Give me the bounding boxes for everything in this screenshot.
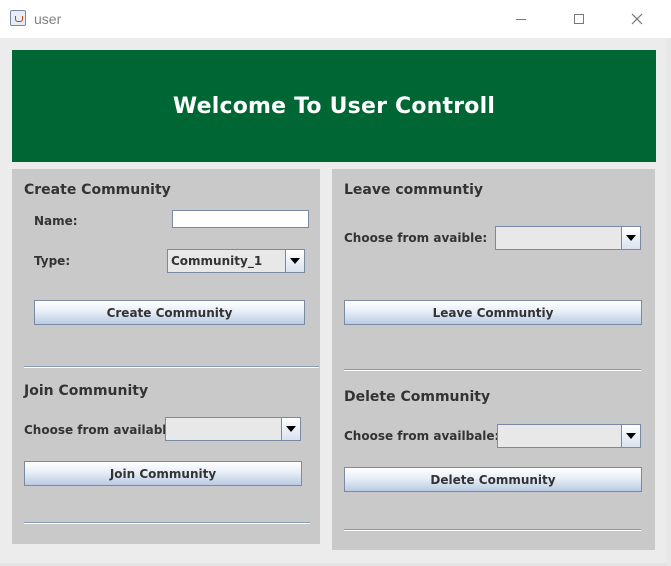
join-dropdown-value xyxy=(166,418,281,440)
dropdown-arrow-button[interactable] xyxy=(621,227,640,249)
dropdown-arrow-button[interactable] xyxy=(281,418,300,440)
leave-choose-label: Choose from avaible: xyxy=(344,231,488,245)
separator xyxy=(344,369,641,371)
title-bar: user xyxy=(0,0,671,39)
dropdown-arrow-button[interactable] xyxy=(621,425,640,447)
separator xyxy=(24,522,310,524)
banner-title: Welcome To User Controll xyxy=(172,93,496,119)
chevron-down-icon xyxy=(286,426,296,432)
type-dropdown-value: Community_1 xyxy=(171,254,263,268)
close-button[interactable] xyxy=(614,0,660,38)
name-label: Name: xyxy=(34,214,78,228)
separator xyxy=(24,366,319,368)
chevron-down-icon xyxy=(626,433,636,439)
join-community-title: Join Community xyxy=(24,383,149,399)
welcome-banner: Welcome To User Controll xyxy=(12,50,656,162)
dropdown-arrow-button[interactable] xyxy=(285,250,304,272)
leave-community-button[interactable]: Leave Communtiy xyxy=(344,300,642,325)
minimize-icon xyxy=(516,18,526,20)
maximize-icon xyxy=(574,14,584,24)
delete-dropdown-value xyxy=(498,425,621,447)
create-community-title: Create Community xyxy=(24,182,171,198)
chevron-down-icon xyxy=(290,258,300,264)
type-dropdown[interactable]: Community_1 xyxy=(167,249,305,273)
window-title: user xyxy=(34,11,62,27)
separator xyxy=(344,529,641,531)
delete-choose-label: Choose from availbale: xyxy=(344,429,500,443)
java-app-icon xyxy=(10,10,26,26)
delete-community-button[interactable]: Delete Community xyxy=(344,467,642,492)
close-icon xyxy=(631,13,643,25)
maximize-button[interactable] xyxy=(556,0,602,38)
create-community-button[interactable]: Create Community xyxy=(34,300,305,325)
join-community-dropdown[interactable] xyxy=(165,417,301,441)
leave-dropdown-value xyxy=(496,227,621,249)
minimize-button[interactable] xyxy=(498,0,544,38)
chevron-down-icon xyxy=(626,235,636,241)
leave-community-title: Leave communtiy xyxy=(344,182,484,198)
window-edge xyxy=(666,38,671,566)
leave-community-dropdown[interactable] xyxy=(495,226,641,250)
join-community-button[interactable]: Join Community xyxy=(24,461,302,486)
join-choose-label: Choose from available: xyxy=(24,423,180,437)
name-input[interactable] xyxy=(172,210,309,228)
type-label: Type: xyxy=(34,254,71,268)
delete-community-title: Delete Community xyxy=(344,389,491,405)
delete-community-dropdown[interactable] xyxy=(497,424,641,448)
